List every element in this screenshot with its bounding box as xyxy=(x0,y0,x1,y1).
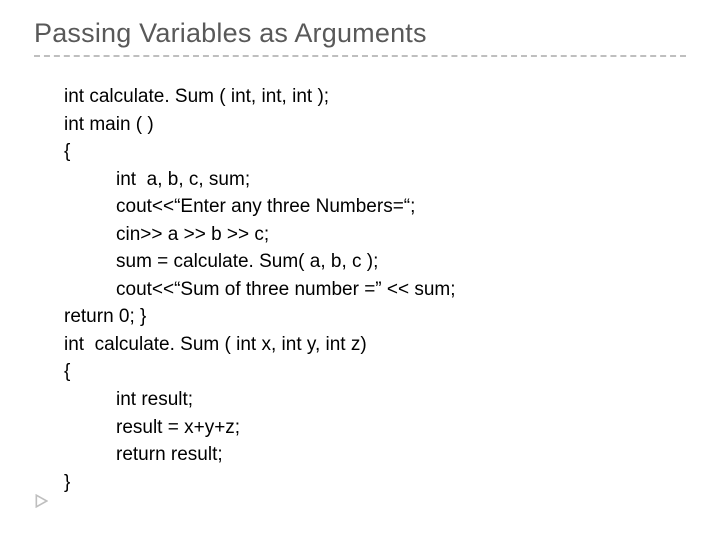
code-line: { xyxy=(64,358,686,386)
code-line: int main ( ) xyxy=(64,111,686,139)
code-line: cin>> a >> b >> c; xyxy=(64,221,686,249)
code-line: int calculate. Sum ( int x, int y, int z… xyxy=(64,331,686,359)
title-divider xyxy=(34,55,686,57)
code-line: cout<<“Enter any three Numbers=“; xyxy=(64,193,686,221)
triangle-icon xyxy=(34,494,48,508)
code-line: cout<<“Sum of three number =” << sum; xyxy=(64,276,686,304)
code-line: int result; xyxy=(64,386,686,414)
bullet-marker xyxy=(34,494,48,508)
slide-title: Passing Variables as Arguments xyxy=(34,18,686,49)
code-line: return result; xyxy=(64,441,686,469)
code-line: int calculate. Sum ( int, int, int ); xyxy=(64,83,686,111)
code-line: { xyxy=(64,138,686,166)
code-line: sum = calculate. Sum( a, b, c ); xyxy=(64,248,686,276)
code-line: int a, b, c, sum; xyxy=(64,166,686,194)
code-line: } xyxy=(64,469,686,497)
code-line: return 0; } xyxy=(64,303,686,331)
slide: Passing Variables as Arguments int calcu… xyxy=(0,0,720,540)
code-line: result = x+y+z; xyxy=(64,414,686,442)
code-block: int calculate. Sum ( int, int, int ); in… xyxy=(34,83,686,496)
